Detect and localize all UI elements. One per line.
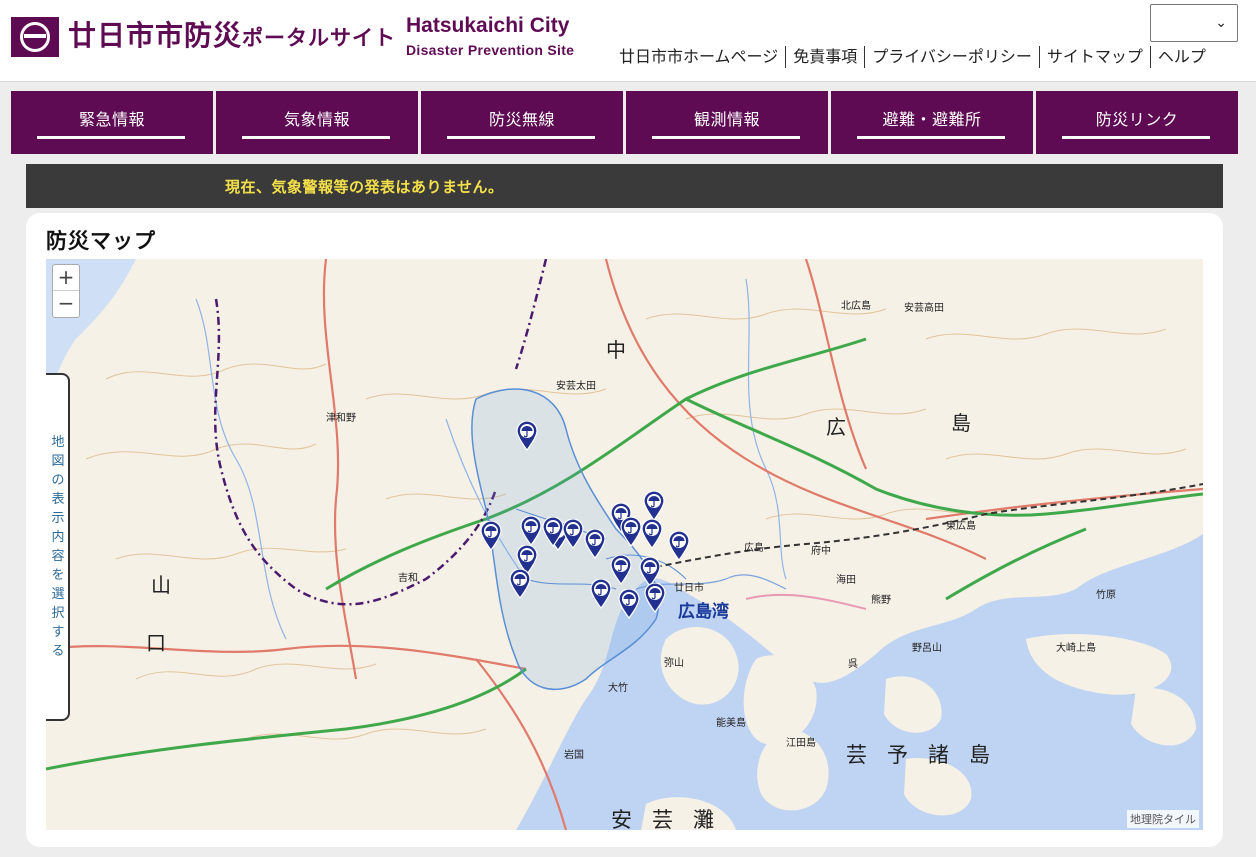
nav-weather[interactable]: 気象情報 <box>216 91 418 154</box>
site-title[interactable]: 廿日市市防災ポータルサイト <box>68 14 396 54</box>
global-nav: 緊急情報 気象情報 防災無線 観測情報 避難・避難所 防災リンク <box>11 91 1238 154</box>
umbrella-marker-icon[interactable] <box>516 421 538 451</box>
label-hatsukaichi: 廿日市 <box>674 583 704 594</box>
zoom-control: + − <box>52 264 80 318</box>
link-disclaimer[interactable]: 免責事項 <box>785 46 864 68</box>
label-hiroshima-2: 島 <box>951 411 971 435</box>
label-etajima: 江田島 <box>786 738 816 749</box>
umbrella-marker-icon[interactable] <box>584 529 606 559</box>
nav-links[interactable]: 防災リンク <box>1036 91 1238 154</box>
alert-bar: 現在、気象警報等の発表はありません。 <box>26 164 1223 208</box>
zoom-in-button[interactable]: + <box>53 265 79 291</box>
label-yamaguchi-1: 山 <box>151 573 171 597</box>
umbrella-marker-icon[interactable] <box>520 516 542 546</box>
label-osakikami: 大崎上島 <box>1056 643 1096 654</box>
label-tsuwano: 津和野 <box>326 413 356 424</box>
disaster-map[interactable]: 中 広 島 山 口 広島湾 芸予諸島 安芸灘 廿日市 広島 府中 海田 熊野 呉… <box>46 259 1203 830</box>
city-logo-icon[interactable] <box>11 17 59 57</box>
label-kure: 呉 <box>848 659 858 670</box>
nav-emergency[interactable]: 緊急情報 <box>11 91 213 154</box>
label-akitakata: 安芸高田 <box>904 303 944 314</box>
map-panel-title: 防災マップ <box>46 229 156 253</box>
site-header: 廿日市市防災ポータルサイト Hatsukaichi City Disaster … <box>0 0 1256 82</box>
label-fuchu: 府中 <box>811 546 831 557</box>
label-chugoku: 中 <box>606 338 626 362</box>
label-akiota: 安芸太田 <box>556 381 596 392</box>
label-kaita: 海田 <box>836 575 856 586</box>
umbrella-marker-icon[interactable] <box>644 583 666 613</box>
umbrella-marker-icon[interactable] <box>610 555 632 585</box>
nav-observation[interactable]: 観測情報 <box>626 91 828 154</box>
nav-evacuation[interactable]: 避難・避難所 <box>831 91 1033 154</box>
umbrella-marker-icon[interactable] <box>590 579 612 609</box>
label-hiroshima-city: 広島 <box>744 543 764 554</box>
label-norosan: 野呂山 <box>912 643 942 654</box>
link-sitemap[interactable]: サイトマップ <box>1038 46 1150 68</box>
label-miyajima: 弥山 <box>664 658 684 669</box>
zoom-out-button[interactable]: − <box>53 291 79 317</box>
link-help[interactable]: ヘルプ <box>1149 46 1213 68</box>
umbrella-marker-icon[interactable] <box>542 517 564 547</box>
umbrella-marker-icon[interactable] <box>509 569 531 599</box>
layer-selector-tab[interactable]: 地図の表示内容を選択する <box>46 373 70 721</box>
label-yoshiwa: 吉和 <box>398 573 418 584</box>
site-title-en-sub: Disaster Prevention Site <box>406 42 575 58</box>
umbrella-marker-icon[interactable] <box>480 521 502 551</box>
umbrella-marker-icon[interactable] <box>643 491 665 521</box>
layer-selector-label: 地図の表示内容を選択する <box>51 435 65 659</box>
label-yamaguchi-2: 口 <box>146 631 166 655</box>
label-kitahiroshima: 北広島 <box>841 301 871 312</box>
label-otake: 大竹 <box>608 683 628 694</box>
alert-message: 現在、気象警報等の発表はありません。 <box>225 178 504 196</box>
umbrella-marker-icon[interactable] <box>668 531 690 561</box>
map-attribution[interactable]: 地理院タイル <box>1127 810 1199 828</box>
utility-links: 廿日市市ホームページ 免責事項 プライバシーポリシー サイトマップ ヘルプ <box>612 46 1213 68</box>
link-city-homepage[interactable]: 廿日市市ホームページ <box>612 46 785 68</box>
label-hiroshima-1: 広 <box>826 415 846 439</box>
chevron-down-icon: ⌄ <box>1215 15 1227 31</box>
label-geiyo-islands: 芸予諸島 <box>846 743 1010 767</box>
site-title-en-main: Hatsukaichi City <box>406 14 570 37</box>
site-title-en: Hatsukaichi City Disaster Prevention Sit… <box>406 13 574 61</box>
label-iwakuni: 岩国 <box>564 750 584 761</box>
nav-radio[interactable]: 防災無線 <box>421 91 623 154</box>
umbrella-marker-icon[interactable] <box>620 517 642 547</box>
language-select[interactable]: ⌄ <box>1150 4 1238 42</box>
umbrella-marker-icon[interactable] <box>562 519 584 549</box>
label-hiroshima-bay: 広島湾 <box>678 602 729 622</box>
label-aki-nada: 安芸灘 <box>611 808 734 830</box>
label-takehara: 竹原 <box>1096 590 1116 601</box>
umbrella-marker-icon[interactable] <box>618 589 640 619</box>
link-privacy-policy[interactable]: プライバシーポリシー <box>864 46 1039 68</box>
map-panel: 防災マップ 中 広 島 山 口 広島湾 芸予諸島 安芸灘 廿日市 広島 府中 海… <box>26 213 1223 847</box>
label-nomishima: 能美島 <box>716 718 746 729</box>
label-kumano: 熊野 <box>871 595 891 606</box>
umbrella-marker-icon[interactable] <box>641 519 663 549</box>
label-higashihiroshima: 東広島 <box>946 521 976 532</box>
